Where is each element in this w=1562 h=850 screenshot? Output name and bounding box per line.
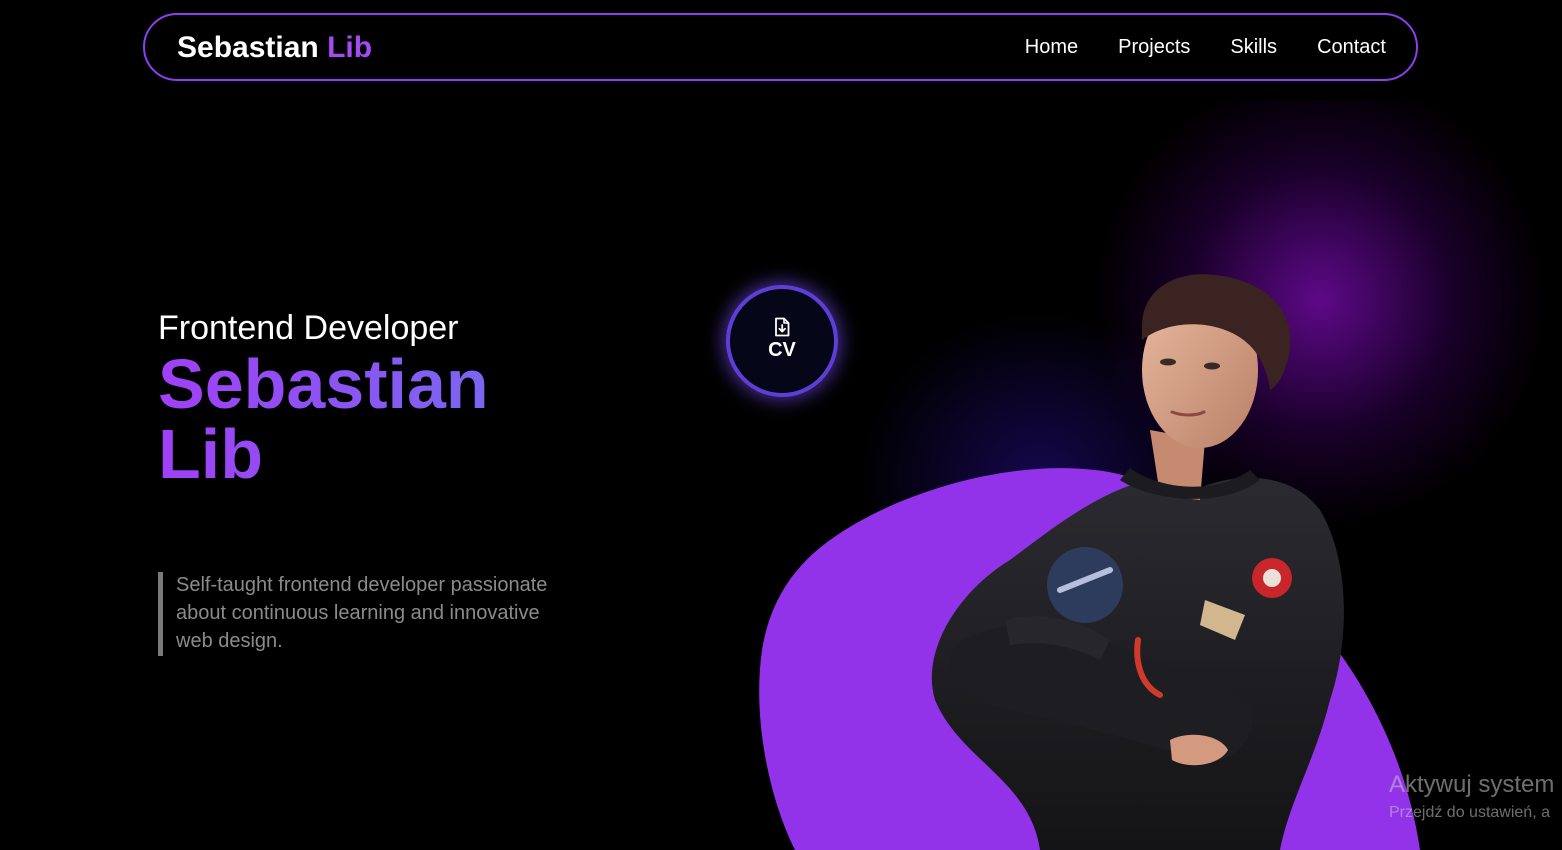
file-download-icon — [775, 317, 790, 337]
nav-link-skills[interactable]: Skills — [1230, 36, 1277, 59]
nav-link-home[interactable]: Home — [1025, 36, 1078, 59]
nav-link-contact[interactable]: Contact — [1317, 36, 1386, 59]
logo-first-name: Sebastian — [177, 31, 319, 64]
cv-label: CV — [768, 339, 796, 361]
top-navbar: Sebastian Lib Home Projects Skills Conta… — [143, 13, 1418, 81]
os-activation-watermark: Aktywuj system Przejdź do ustawień, a — [1389, 770, 1554, 824]
nav-menu: Home Projects Skills Contact — [1025, 15, 1386, 79]
site-logo[interactable]: Sebastian Lib — [177, 30, 372, 66]
cv-download-button[interactable]: CV — [726, 285, 838, 397]
nav-link-projects[interactable]: Projects — [1118, 36, 1190, 59]
watermark-title: Aktywuj system — [1389, 771, 1555, 798]
hero-portrait — [931, 274, 1344, 850]
watermark-subtitle: Przejdź do ustawień, a — [1389, 804, 1550, 821]
logo-last-name: Lib — [327, 31, 373, 64]
